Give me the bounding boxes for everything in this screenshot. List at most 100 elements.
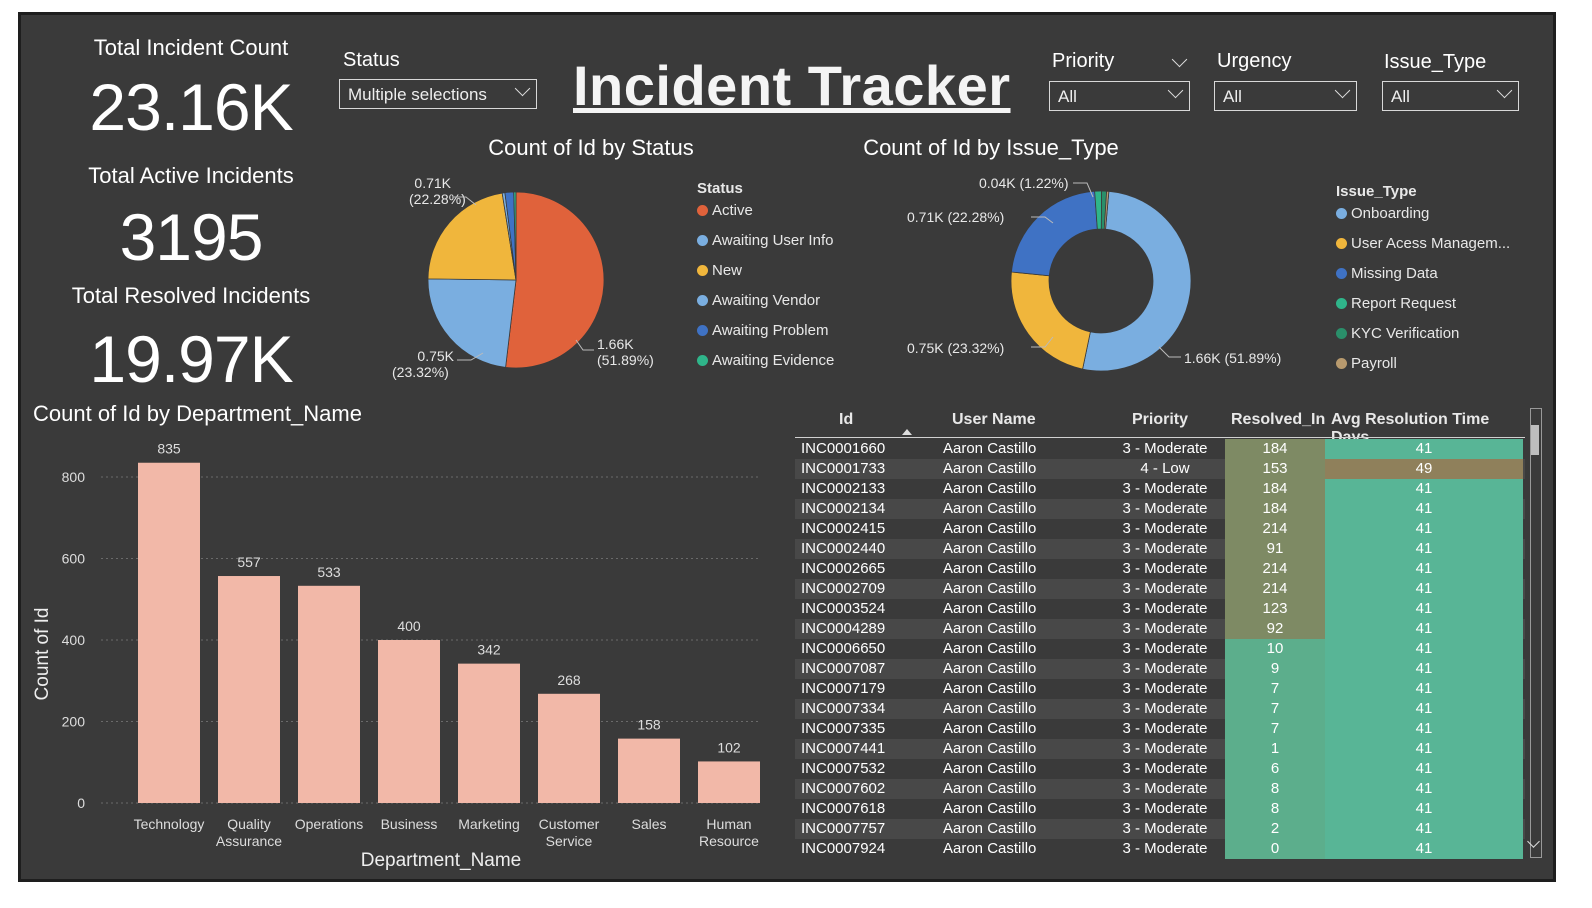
bar-data-label: 268: [557, 672, 581, 688]
status-legend-item[interactable]: Awaiting Problem: [697, 322, 828, 339]
urgency-slicer-dropdown[interactable]: All: [1214, 81, 1357, 111]
cell-id: INC0003524: [801, 600, 886, 617]
table-row[interactable]: INC0002665 Aaron Castillo 3 - Moderate 214 4…: [795, 559, 1525, 579]
status-slicer-label: Status: [343, 49, 400, 71]
cell-id: INC0002709: [801, 580, 886, 597]
status-legend-item[interactable]: Awaiting User Info: [697, 232, 833, 249]
cell-avg-resolution: 41: [1325, 759, 1523, 779]
status-legend-item[interactable]: New: [697, 262, 742, 279]
department-bar-chart[interactable]: 0 200 400 600 800 835 Technology 557 QualityAssu…: [21, 435, 781, 875]
bar-human-resource[interactable]: [698, 761, 760, 803]
table-row[interactable]: INC0007602 Aaron Castillo 3 - Moderate 8 41: [795, 779, 1525, 799]
table-row[interactable]: INC0002133 Aaron Castillo 3 - Moderate 184 4…: [795, 479, 1525, 499]
table-row[interactable]: INC0007087 Aaron Castillo 3 - Moderate 9 41: [795, 659, 1525, 679]
cell-priority: 3 - Moderate: [1122, 800, 1208, 817]
table-row[interactable]: INC0007179 Aaron Castillo 3 - Moderate 7 41: [795, 679, 1525, 699]
bar-sales[interactable]: [618, 738, 680, 803]
priority-slicer-dropdown[interactable]: All: [1049, 81, 1190, 111]
col-header-id[interactable]: Id: [839, 411, 853, 429]
bar-marketing[interactable]: [458, 663, 520, 803]
issue-type-legend-item[interactable]: KYC Verification: [1336, 325, 1459, 342]
status-legend-item[interactable]: Awaiting Vendor: [697, 292, 820, 309]
issue-type-slicer-dropdown[interactable]: All: [1382, 81, 1519, 111]
department-chart-title: Count of Id by Department_Name: [33, 401, 362, 426]
bar-business[interactable]: [378, 640, 440, 803]
cell-resolved-in: 8: [1225, 779, 1325, 799]
status-legend-item[interactable]: Awaiting Evidence: [697, 352, 834, 369]
table-row[interactable]: INC0001733 Aaron Castillo 4 - Low 153 49: [795, 459, 1525, 479]
table-row[interactable]: INC0007441 Aaron Castillo 3 - Moderate 1 41: [795, 739, 1525, 759]
cell-avg-resolution: 41: [1325, 499, 1523, 519]
table-row[interactable]: INC0002709 Aaron Castillo 3 - Moderate 214 4…: [795, 579, 1525, 599]
legend-label: User Acess Managem...: [1351, 235, 1511, 252]
cell-priority: 3 - Moderate: [1122, 480, 1208, 497]
table-row[interactable]: INC0002415 Aaron Castillo 3 - Moderate 214 4…: [795, 519, 1525, 539]
status-slicer-dropdown[interactable]: Multiple selections: [339, 79, 537, 109]
x-tick-label: Resource: [699, 833, 759, 849]
x-tick-label: Human: [706, 816, 751, 832]
bar-quality-assurance[interactable]: [218, 576, 280, 803]
table-row[interactable]: INC0003524 Aaron Castillo 3 - Moderate 123 4…: [795, 599, 1525, 619]
bar-customer-service[interactable]: [538, 693, 600, 803]
cell-id: INC0007087: [801, 660, 886, 677]
legend-dot-icon: [697, 355, 708, 366]
col-header-priority[interactable]: Priority: [1132, 411, 1188, 429]
legend-dot-icon: [697, 265, 708, 276]
table-row[interactable]: INC0007532 Aaron Castillo 3 - Moderate 6 41: [795, 759, 1525, 779]
legend-dot-icon: [1336, 208, 1347, 219]
page-title: Incident Tracker: [573, 54, 1011, 117]
table-row[interactable]: INC0007334 Aaron Castillo 3 - Moderate 7 41: [795, 699, 1525, 719]
table-scrollbar-thumb[interactable]: [1531, 425, 1539, 455]
table-row[interactable]: INC0002134 Aaron Castillo 3 - Moderate 184 4…: [795, 499, 1525, 519]
table-row[interactable]: INC0001660 Aaron Castillo 3 - Moderate 184 4…: [795, 439, 1525, 459]
cell-user-name: Aaron Castillo: [943, 780, 1037, 797]
issue-type-legend-title: Issue_Type: [1336, 183, 1417, 200]
issue-type-legend-item[interactable]: Onboarding: [1336, 205, 1429, 222]
col-header-user-name[interactable]: User Name: [952, 411, 1036, 429]
legend-dot-icon: [1336, 268, 1347, 279]
table-row[interactable]: INC0007618 Aaron Castillo 3 - Moderate 8 41: [795, 799, 1525, 819]
issue-type-legend-item[interactable]: Missing Data: [1336, 265, 1438, 282]
cell-id: INC0007179: [801, 680, 886, 697]
cell-id: INC0002133: [801, 480, 886, 497]
table-row[interactable]: INC0004289 Aaron Castillo 3 - Moderate 92 41: [795, 619, 1525, 639]
bar-data-label: 102: [717, 739, 741, 755]
bar-operations[interactable]: [298, 585, 360, 803]
cell-id: INC0001733: [801, 460, 886, 477]
cell-id: INC0002440: [801, 540, 886, 557]
table-row[interactable]: INC0007757 Aaron Castillo 3 - Moderate 2 41: [795, 819, 1525, 839]
issue-type-slicer-value: All: [1391, 87, 1410, 106]
issue-type-legend-item[interactable]: Payroll: [1336, 355, 1397, 372]
sort-ascending-icon[interactable]: [902, 429, 912, 435]
cell-user-name: Aaron Castillo: [943, 820, 1037, 837]
table-row[interactable]: INC0007335 Aaron Castillo 3 - Moderate 7 41: [795, 719, 1525, 739]
table-scrollbar[interactable]: [1530, 408, 1542, 858]
x-tick-label: Business: [381, 816, 438, 832]
cell-id: INC0006650: [801, 640, 886, 657]
table-row[interactable]: INC0007924 Aaron Castillo 3 - Moderate 0 41: [795, 839, 1525, 859]
table-row[interactable]: INC0006650 Aaron Castillo 3 - Moderate 10 41: [795, 639, 1525, 659]
legend-label: Report Request: [1351, 295, 1457, 312]
issue-type-legend-item[interactable]: User Acess Managem...: [1336, 235, 1510, 252]
incident-table[interactable]: Id User Name Priority Resolved_In Avg Re…: [795, 403, 1525, 873]
priority-slicer-value: All: [1058, 87, 1077, 106]
col-header-resolved-in[interactable]: Resolved_In: [1231, 411, 1325, 429]
status-slicer-value: Multiple selections: [348, 85, 487, 104]
cell-avg-resolution: 41: [1325, 539, 1523, 559]
table-row[interactable]: INC0002440 Aaron Castillo 3 - Moderate 91 41: [795, 539, 1525, 559]
y-tick-label: 0: [77, 795, 85, 811]
bar-data-label: 835: [157, 441, 181, 457]
cell-priority: 3 - Moderate: [1122, 740, 1208, 757]
resolved-incidents-label: Total Resolved Incidents: [71, 283, 311, 308]
issue-type-legend-item[interactable]: Report Request: [1336, 295, 1456, 312]
active-incidents-value: 3195: [119, 200, 264, 274]
legend-dot-icon: [697, 205, 708, 216]
cell-resolved-in: 1: [1225, 739, 1325, 759]
priority-collapse-chevron-icon[interactable]: [1171, 51, 1188, 68]
cell-id: INC0002665: [801, 560, 886, 577]
bar-technology[interactable]: [138, 462, 200, 803]
status-legend-item[interactable]: Active: [697, 202, 753, 219]
cell-id: INC0007602: [801, 780, 886, 797]
cell-user-name: Aaron Castillo: [943, 540, 1037, 557]
cell-id: INC0007757: [801, 820, 886, 837]
